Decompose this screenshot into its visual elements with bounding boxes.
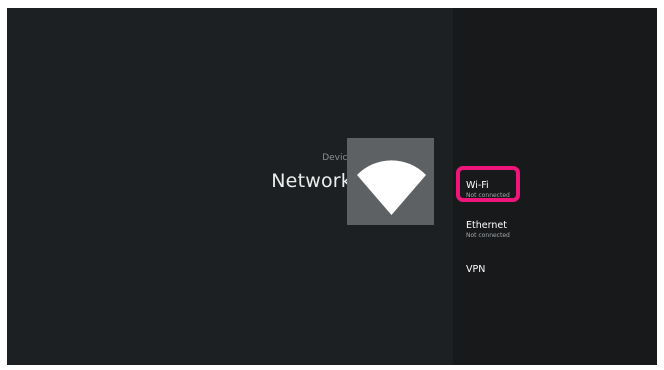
page-title: Network xyxy=(271,170,352,192)
wifi-icon xyxy=(347,138,434,225)
menu-item-label: Ethernet xyxy=(466,220,507,231)
menu-item-label: VPN xyxy=(466,264,486,275)
menu-item-status: Not connected xyxy=(466,192,510,199)
menu-item-status: Not connected xyxy=(466,232,510,239)
menu-item-ethernet[interactable]: Ethernet Not connected xyxy=(466,220,510,240)
menu-item-wifi[interactable]: Wi-Fi Not connected xyxy=(466,180,510,200)
menu-item-vpn[interactable]: VPN xyxy=(466,264,485,276)
menu-item-label: Wi-Fi xyxy=(466,180,489,191)
